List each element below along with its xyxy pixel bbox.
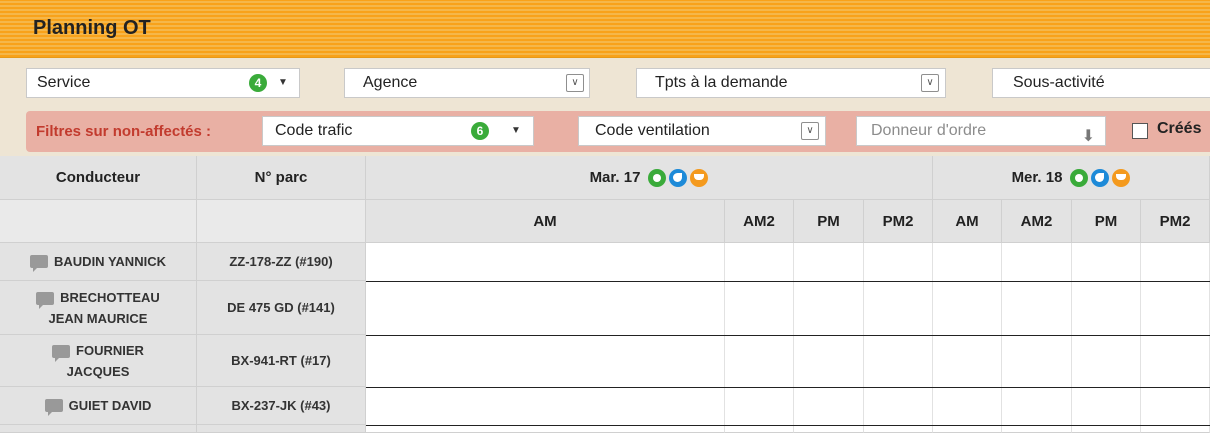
row-divider [366,281,1210,282]
driver-name: BRECHOTTEAU [60,290,160,305]
parc-cell: BX-237-JK (#43) [197,387,366,425]
driver-cell[interactable]: GUIET DAVID [0,387,197,425]
slot-header: PM2 [1141,200,1210,243]
crees-checkbox[interactable] [1132,123,1148,139]
slot-header: PM2 [864,200,933,243]
slot-header: AM2 [725,200,794,243]
non-affectes-label: Filtres sur non-affectés : [36,123,212,140]
column-header-parc[interactable]: N° parc [197,156,366,200]
parc-cell: ZZ-178-ZZ (#190) [197,243,366,281]
refresh-icon[interactable] [1091,168,1110,187]
driver-cell[interactable]: FOURNIER JACQUES [0,335,197,387]
driver-name: FOURNIER [76,343,144,358]
donneur-ordre-placeholder: Donneur d'ordre [871,122,987,139]
header-spacer [197,200,366,243]
parc-cell: BX-941-RT (#17) [197,335,366,387]
agence-select-label: Agence [363,74,418,91]
sous-activite-select[interactable]: Sous-activité [992,68,1210,98]
slot-header: PM [1072,200,1141,243]
service-count-badge: 4 [249,74,267,92]
row-divider [366,335,1210,336]
code-ventilation-select-label: Code ventilation [595,122,710,139]
comment-icon[interactable] [44,399,63,416]
slot-column[interactable] [366,243,725,433]
comment-icon[interactable] [52,345,71,363]
code-trafic-count-badge: 6 [471,122,489,140]
day-header: Mer. 18 [933,156,1210,200]
refresh-icon[interactable] [669,168,688,187]
code-trafic-select[interactable]: Code trafic 6 ▼ [262,116,534,146]
driver-cell[interactable]: BRECHOTTEAU JEAN MAURICE [0,281,197,335]
chevron-down-icon[interactable]: ∨ [921,74,939,92]
arrow-down-icon[interactable]: ⬇ [1082,123,1095,145]
comment-icon[interactable] [36,292,55,310]
slot-column[interactable] [1141,243,1210,433]
planning-grid: Conducteur N° parc Mar. 17 Mer. 18 AM AM… [0,156,1210,433]
header-spacer [0,200,197,243]
chevron-down-icon[interactable]: ▼ [278,69,288,97]
column-header-conducteur[interactable]: Conducteur [0,156,197,200]
slot-column[interactable] [1072,243,1141,433]
slot-column[interactable] [794,243,864,433]
driver-name-line2: JACQUES [66,364,130,379]
sous-activite-select-label: Sous-activité [1013,74,1105,91]
tpts-select[interactable]: Tpts à la demande ∨ [636,68,946,98]
day-label: Mer. 18 [1011,169,1063,186]
day-label: Mar. 17 [589,169,641,186]
chevron-down-icon[interactable]: ▼ [511,117,521,145]
truck-icon[interactable] [690,168,709,187]
donneur-ordre-input[interactable]: Donneur d'ordre ⬇ [856,116,1106,146]
title-bar: Planning OT [0,0,1210,58]
driver-cell[interactable]: BAUDIN YANNICK [0,243,197,281]
row-divider [366,387,1210,388]
driver-name-line2: JEAN MAURICE [48,311,148,326]
tpts-select-label: Tpts à la demande [655,74,788,91]
driver-name: GUIET DAVID [68,397,152,413]
service-select[interactable]: Service 4 ▼ [26,68,300,98]
agence-select[interactable]: Agence ∨ [344,68,590,98]
driver-name: BAUDIN YANNICK [54,253,166,269]
parc-cell [197,425,366,433]
slot-column[interactable] [1002,243,1072,433]
truck-icon[interactable] [1112,168,1131,187]
slot-column[interactable] [933,243,1002,433]
row-divider [366,425,1210,426]
slot-column[interactable] [864,243,933,433]
chevron-down-icon[interactable]: ∨ [801,122,819,140]
person-icon[interactable] [1070,168,1089,187]
person-icon[interactable] [648,168,667,187]
slot-header: AM2 [1002,200,1072,243]
slot-header: AM [933,200,1002,243]
filters-panel: Service 4 ▼ Agence ∨ Tpts à la demande ∨… [0,58,1210,156]
driver-cell [0,425,197,433]
slot-header: PM [794,200,864,243]
chevron-down-icon[interactable]: ∨ [566,74,584,92]
parc-cell: DE 475 GD (#141) [197,281,366,335]
day-header: Mar. 17 [366,156,933,200]
slot-column[interactable] [725,243,794,433]
page-title: Planning OT [33,17,151,39]
crees-label: Créés [1157,120,1202,137]
slot-header: AM [366,200,725,243]
service-select-label: Service [37,74,91,91]
code-trafic-select-label: Code trafic [275,122,353,139]
comment-icon[interactable] [30,255,49,272]
code-ventilation-select[interactable]: Code ventilation ∨ [578,116,826,146]
